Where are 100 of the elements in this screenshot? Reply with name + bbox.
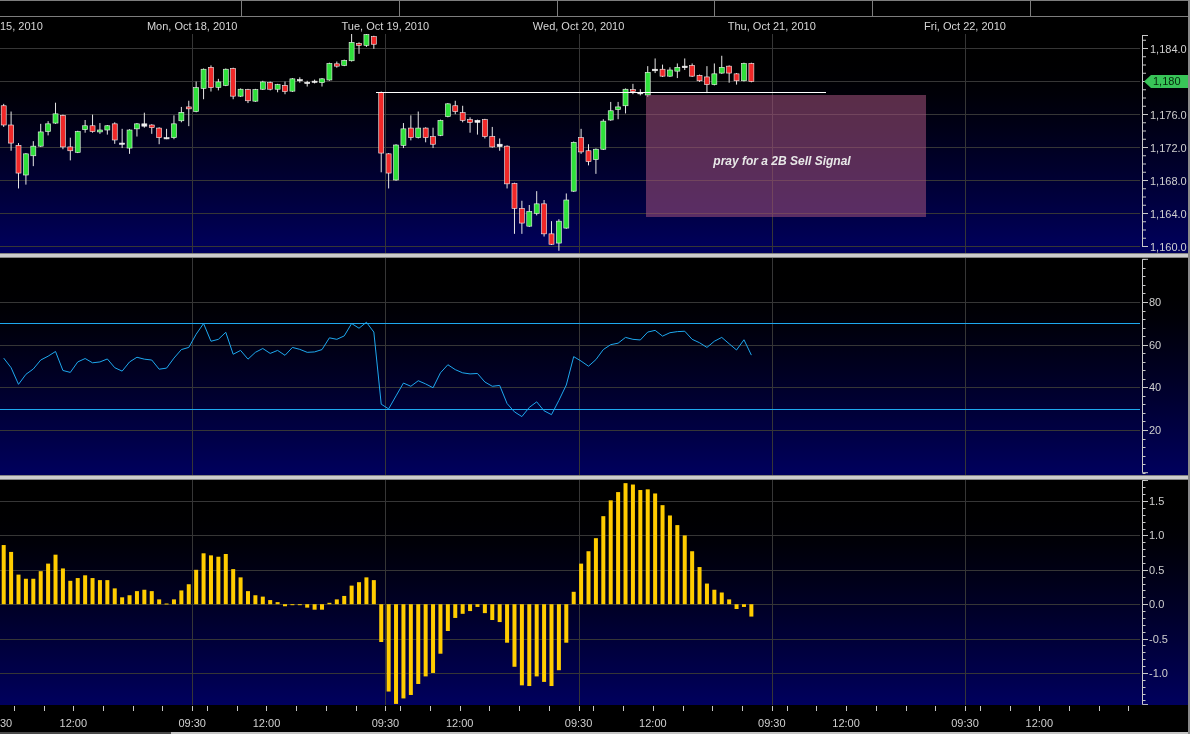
axis-label: 20	[1149, 424, 1162, 436]
histogram-bar	[216, 556, 221, 605]
histogram-bar	[334, 599, 339, 605]
axis-label: 1,168.0	[1150, 174, 1187, 187]
annotation-text: pray for a 2B Sell Signal	[713, 154, 851, 168]
histogram-bar	[75, 578, 80, 605]
histogram-bar	[142, 589, 147, 605]
histogram-bar	[23, 578, 28, 605]
histogram-bar	[497, 604, 502, 623]
histogram-bar	[9, 551, 14, 605]
time-label: 09:30	[951, 717, 979, 730]
histogram-bar	[727, 599, 732, 605]
histogram-bar	[223, 554, 228, 605]
histogram-bar	[734, 604, 739, 609]
histogram-bar	[105, 580, 110, 605]
histogram-bar	[719, 592, 724, 605]
axis-label: 1.0	[1149, 529, 1165, 542]
histogram-bar	[593, 538, 598, 605]
axis-label: 1,184.0	[1150, 42, 1187, 55]
last-price-badge: 1,180	[1144, 75, 1188, 88]
time-label: 09:30	[371, 717, 400, 730]
time-label: 12:00	[832, 717, 860, 730]
histogram-bar	[46, 563, 51, 605]
histogram-bar	[379, 604, 384, 642]
histogram-bar	[16, 574, 21, 605]
histogram-bar	[505, 604, 510, 643]
time-label: 09:30	[178, 717, 206, 730]
histogram-bar	[120, 597, 125, 605]
histogram-bar	[83, 575, 88, 605]
time-label: 12:00	[59, 717, 88, 730]
histogram-bar	[68, 580, 73, 605]
histogram-bar	[431, 604, 436, 673]
axis-label: 0.5	[1149, 563, 1165, 576]
histogram-bar	[238, 577, 243, 605]
histogram-bar	[357, 582, 362, 605]
histogram-bar	[157, 599, 162, 605]
histogram-bar	[201, 553, 206, 605]
histogram-bar	[571, 591, 576, 605]
histogram-bar	[312, 604, 317, 610]
histogram-bar	[342, 595, 347, 605]
histogram-bar	[112, 588, 117, 605]
histogram-bar	[704, 583, 709, 605]
histogram-bar	[60, 568, 65, 605]
time-label: 09:30	[758, 717, 786, 730]
histogram-bar	[453, 604, 458, 618]
histogram-bar	[127, 595, 132, 605]
histogram-bar	[208, 555, 213, 605]
histogram-bar	[171, 599, 176, 605]
date-label: Thu, Oct 21, 2010	[727, 20, 816, 33]
histogram-bar	[586, 551, 591, 605]
histogram-bar	[260, 596, 265, 605]
histogram-bar	[741, 604, 746, 607]
histogram-bar	[564, 604, 569, 643]
histogram-bar	[556, 604, 561, 671]
histogram-bar	[749, 604, 754, 617]
date-label: 15, 2010	[0, 20, 43, 33]
histogram-bar	[327, 602, 332, 605]
histogram-bar	[149, 591, 154, 605]
axis-label: 0.0	[1149, 598, 1165, 611]
histogram-bar	[438, 604, 443, 654]
date-label: Fri, Oct 22, 2010	[924, 20, 1006, 33]
date-label: Wed, Oct 20, 2010	[532, 20, 625, 33]
histogram-bar	[53, 554, 58, 605]
histogram-bar	[512, 604, 517, 667]
axis-label: 1,164.0	[1150, 207, 1187, 220]
axis-label: 60	[1149, 338, 1162, 351]
histogram-bar	[38, 571, 43, 605]
histogram-bar	[194, 569, 199, 605]
histogram-bar	[364, 577, 369, 605]
histogram-bar	[179, 590, 184, 605]
histogram-bar	[231, 569, 236, 605]
histogram-bar	[320, 604, 324, 610]
histogram-bar	[482, 604, 487, 614]
axis-label: -0.5	[1149, 632, 1168, 645]
time-label: 09:30	[564, 717, 593, 730]
histogram-bar	[468, 604, 473, 612]
histogram-bar	[90, 578, 95, 605]
histogram-bar	[579, 563, 584, 605]
histogram-bar	[490, 604, 495, 620]
date-label: Tue, Oct 19, 2010	[341, 20, 430, 33]
axis-label: 80	[1149, 295, 1162, 308]
histogram-bar	[253, 595, 258, 605]
time-label: 12:00	[639, 717, 667, 730]
axis-label: 1,160.0	[1150, 240, 1187, 253]
histogram-bar	[1, 545, 6, 605]
time-label: 30	[0, 717, 13, 730]
histogram-bar	[712, 589, 717, 605]
histogram-bar	[371, 580, 376, 605]
axis-label: 40	[1149, 381, 1162, 394]
histogram-bar	[697, 567, 702, 605]
histogram-bar	[349, 585, 354, 605]
histogram-bar	[186, 584, 191, 605]
time-label: 12:00	[445, 717, 474, 730]
histogram-bar	[97, 580, 102, 605]
histogram-bar	[305, 604, 310, 608]
histogram-bar	[31, 578, 36, 605]
date-label: Mon, Oct 18, 2010	[146, 20, 238, 33]
histogram-bar	[460, 604, 465, 614]
histogram-bar	[275, 602, 280, 605]
histogram-bar	[445, 604, 450, 631]
